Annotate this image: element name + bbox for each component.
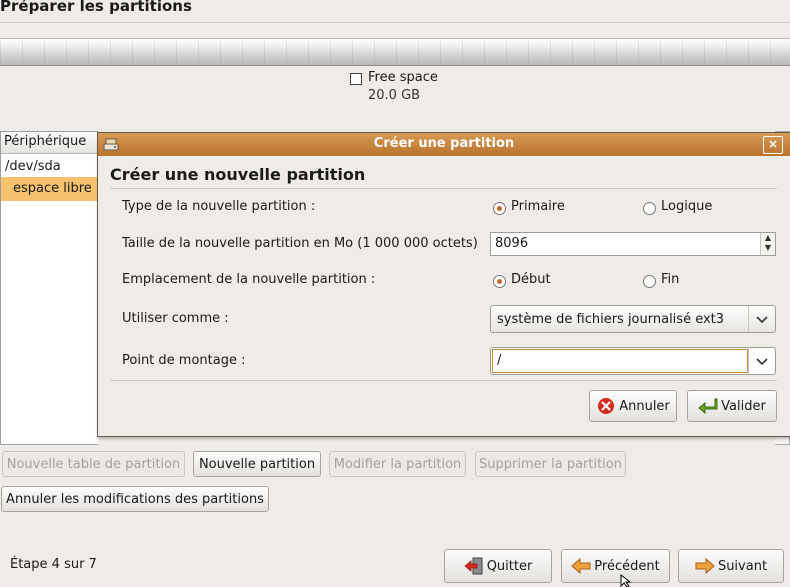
radio-primary-label[interactable]: Primaire xyxy=(511,199,565,214)
dialog-divider xyxy=(110,188,777,189)
ok-icon xyxy=(698,398,718,415)
chevron-down-icon[interactable] xyxy=(748,348,775,374)
cancel-button[interactable]: Annuler xyxy=(589,390,677,422)
table-row-selected[interactable]: espace libre xyxy=(1,177,97,201)
spin-buttons[interactable]: ▲ ▼ xyxy=(760,233,775,255)
quit-icon xyxy=(464,557,483,575)
quit-button-label: Quitter xyxy=(486,558,533,574)
cancel-icon xyxy=(598,398,615,414)
mount-point-label: Point de montage : xyxy=(122,353,246,368)
partition-size-spinbox[interactable]: 8096 ▲ ▼ xyxy=(490,232,776,256)
radio-start[interactable] xyxy=(493,275,506,288)
radio-start-label[interactable]: Début xyxy=(511,272,551,287)
back-icon xyxy=(571,557,591,575)
dialog-title: Créer une partition xyxy=(373,136,515,151)
mount-point-input[interactable]: / xyxy=(492,349,748,373)
forward-button-label: Suivant xyxy=(717,558,768,574)
mount-point-combo[interactable]: / xyxy=(490,347,776,375)
partition-size-label: Taille de la nouvelle partition en Mo (1… xyxy=(122,236,478,251)
partition-type-label: Type de la nouvelle partition : xyxy=(122,199,316,214)
dialog-titlebar[interactable]: Créer une partition × xyxy=(98,133,790,156)
radio-logical-label[interactable]: Logique xyxy=(661,199,712,214)
dialog-heading: Créer une nouvelle partition xyxy=(110,165,366,184)
disk-usage-bar xyxy=(0,38,790,66)
table-row[interactable]: /dev/sda xyxy=(5,159,61,174)
radio-logical[interactable] xyxy=(643,202,656,215)
free-space-legend-label: Free space xyxy=(368,70,438,85)
modify-partition-button[interactable]: Modifier la partition xyxy=(329,451,466,477)
free-space-legend-swatch xyxy=(350,73,362,85)
mouse-cursor-icon xyxy=(620,574,632,587)
column-header-device[interactable]: Périphérique xyxy=(1,132,97,154)
radio-end[interactable] xyxy=(643,275,656,288)
forward-icon xyxy=(695,557,715,575)
filesystem-select-value: système de fichiers journalisé ext3 xyxy=(497,312,725,327)
dialog-divider xyxy=(110,380,777,381)
quit-button[interactable]: Quitter xyxy=(444,549,552,583)
radio-primary[interactable] xyxy=(493,202,506,215)
new-partition-button[interactable]: Nouvelle partition xyxy=(193,451,321,477)
ok-button-label: Valider xyxy=(721,398,766,414)
partition-table[interactable]: Périphérique /dev/sda espace libre xyxy=(0,131,98,445)
page-title: Préparer les partitions xyxy=(0,0,192,15)
radio-end-label[interactable]: Fin xyxy=(661,272,679,287)
filesystem-select[interactable]: système de fichiers journalisé ext3 xyxy=(490,305,776,333)
column-header-label: Périphérique xyxy=(4,134,87,149)
delete-partition-button[interactable]: Supprimer la partition xyxy=(475,451,626,477)
use-as-label: Utiliser comme : xyxy=(122,311,229,326)
cancel-button-label: Annuler xyxy=(619,398,670,414)
new-partition-table-button[interactable]: Nouvelle table de partition xyxy=(2,451,185,477)
back-button-label: Précédent xyxy=(594,558,660,574)
mount-point-value: / xyxy=(497,353,502,368)
revert-changes-button[interactable]: Annuler les modifications des partitions xyxy=(1,486,269,512)
forward-button[interactable]: Suivant xyxy=(678,549,784,583)
free-space-legend-size: 20.0 GB xyxy=(368,88,421,103)
partition-size-value: 8096 xyxy=(495,236,529,251)
table-row-label: espace libre xyxy=(13,181,92,196)
chevron-down-icon[interactable] xyxy=(748,306,775,332)
back-button[interactable]: Précédent xyxy=(561,549,670,583)
step-indicator: Étape 4 sur 7 xyxy=(10,557,97,572)
create-partition-dialog: Créer une partition × Créer une nouvelle… xyxy=(97,132,790,437)
partition-location-label: Emplacement de la nouvelle partition : xyxy=(122,272,376,287)
title-divider xyxy=(0,22,790,23)
ok-button[interactable]: Valider xyxy=(687,390,777,422)
close-icon[interactable]: × xyxy=(763,136,783,154)
